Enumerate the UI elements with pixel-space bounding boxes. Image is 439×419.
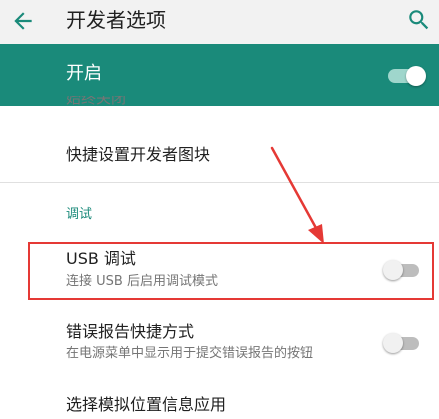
annotation-highlight-box (28, 242, 434, 300)
master-toggle-thumb (406, 66, 426, 86)
quick-tiles-item[interactable]: 快捷设置开发者图块 (66, 144, 210, 166)
bug-report-title[interactable]: 错误报告快捷方式 (66, 321, 194, 343)
page-title: 开发者选项 (66, 8, 166, 32)
master-switch-label: 开启 (66, 63, 102, 84)
master-toggle[interactable] (388, 66, 426, 86)
bug-report-toggle[interactable] (383, 333, 419, 353)
developer-options-screen: 开发者选项 开启 始终关闭 快捷设置开发者图块 调试 USB 调试 连接 USB… (0, 0, 439, 419)
app-bar: 开发者选项 (0, 0, 439, 44)
section-divider (0, 182, 439, 183)
partial-list-item-label: 始终关闭 (66, 96, 127, 107)
arrow-left-icon[interactable] (10, 8, 36, 34)
mock-location-item[interactable]: 选择模拟位置信息应用 (66, 394, 226, 416)
section-header-debug: 调试 (66, 207, 93, 222)
partial-list-item: 始终关闭 (66, 96, 126, 108)
bug-report-toggle-thumb (383, 333, 403, 353)
bug-report-subtitle: 在电源菜单中显示用于提交错误报告的按钮 (66, 346, 314, 361)
search-icon[interactable] (406, 7, 432, 33)
